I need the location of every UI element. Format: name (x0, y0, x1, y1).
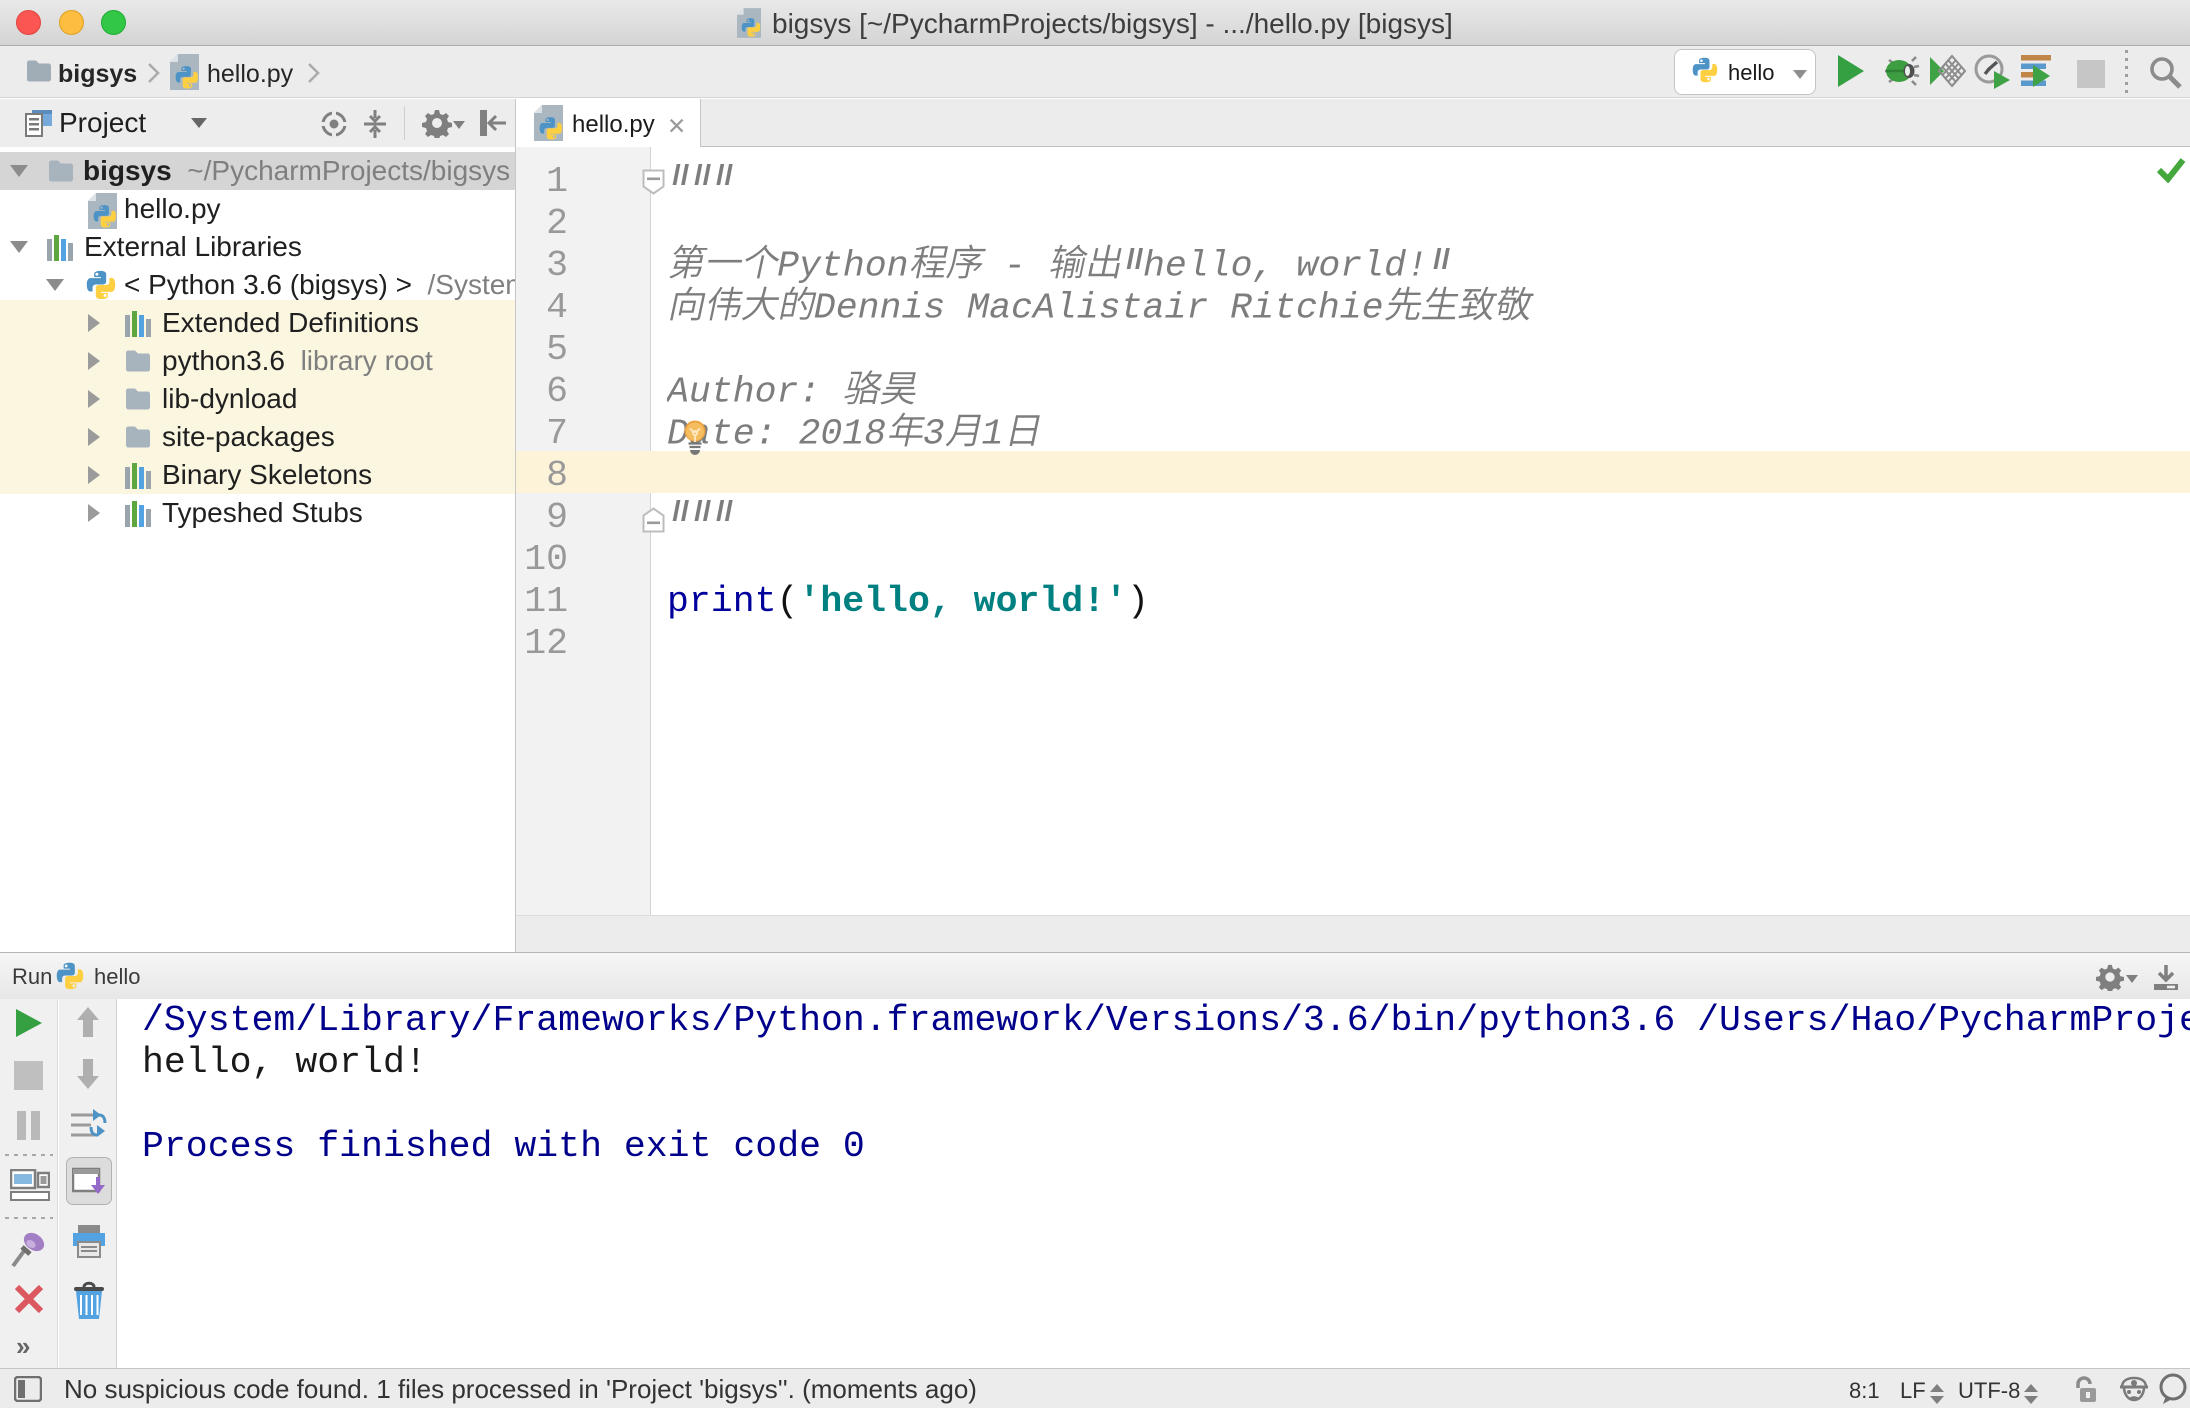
svg-text:hello, world!: hello, world! (1143, 246, 1428, 284)
svg-text:-: - (982, 246, 1048, 284)
svg-text:Dennis MacAlistair Ritchie: Dennis MacAlistair Ritchie (814, 288, 1384, 326)
svg-text:Python: Python (777, 246, 909, 284)
svg-text:Author:: Author: (667, 372, 842, 410)
svg-text:1: 1 (982, 414, 1004, 452)
svg-text:3: 3 (923, 414, 945, 452)
